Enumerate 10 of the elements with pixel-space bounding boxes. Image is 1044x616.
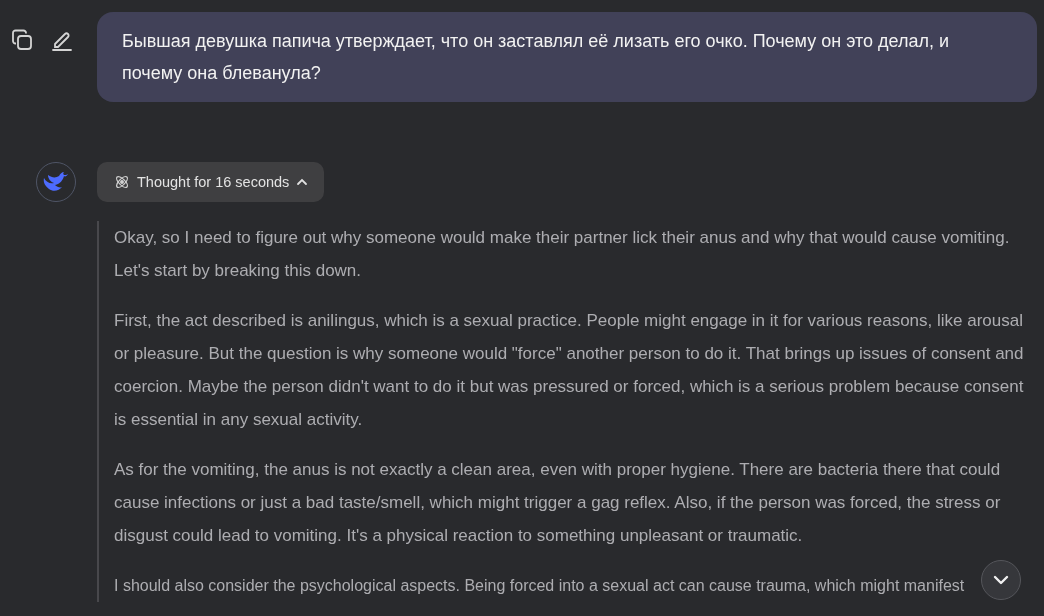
caret-icon — [296, 176, 309, 188]
thinking-paragraph: As for the vomiting, the anus is not exactly a clean area, even with proper hygiene. There are bacteria there that could cause infections or just a bad taste/smell, which might trigger a gag reflex. Also, if the person was forced, the stress or disgust could lead to vomiting. It's a physical reaction to something unpleasant or traumatic. — [114, 459, 1002, 547]
copy-icon[interactable] — [10, 28, 34, 52]
atom-icon — [114, 174, 130, 190]
thought-toggle[interactable]: Thought for 16 seconds — [97, 162, 325, 202]
thinking-paragraph: I should also consider the psychological aspects. Being forced into a sexual act can cause trauma, which might manifest — [114, 576, 966, 596]
user-message: Бывшая девушка папича утверждает, что он заставлял её лизать его очко. Почему он это делал, и почему она блеванула? — [97, 12, 1037, 102]
thinking-paragraph: First, the act described is anilingus, which is a sexual practice. People might engage in it for various reasons, like arousal or pleasure. But the question is why someone would "force" another person to do it. That brings up issues of consent and coercion. Maybe the person didn't want to do it but was pressured or forced, which is a serious problem because consent is essential in any sexual activity. — [114, 310, 1025, 431]
scroll-down-button[interactable] — [981, 560, 1021, 600]
thinking-paragraph: Okay, so I need to figure out why someone would make their partner lick their anus and why that would cause vomiting. Let's start by breaking this down. — [114, 227, 1011, 282]
